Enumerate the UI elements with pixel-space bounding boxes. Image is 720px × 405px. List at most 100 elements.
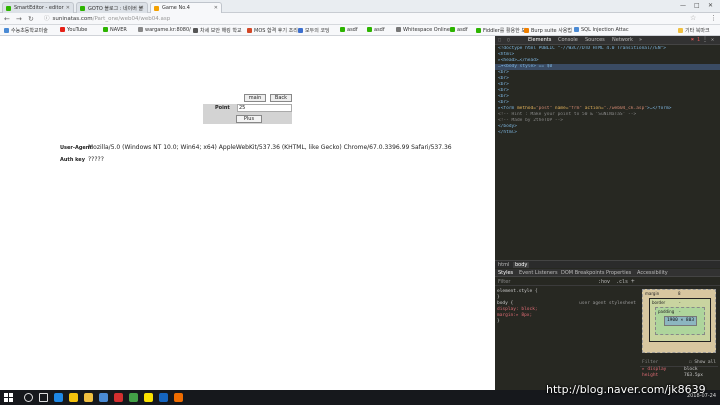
bookmark-label: Whitespace Online [403,27,450,33]
bookmark-item[interactable]: MOS 합격 후기 조리... [247,27,303,34]
chrome-icon[interactable] [69,393,78,402]
add-rule-icon[interactable]: + [631,278,635,285]
kakao-icon[interactable] [144,393,153,402]
user-agent-value: Mozilla/5.0 (Windows NT 10.0; Win64; x64… [88,144,452,151]
computed-prop: height [642,373,659,378]
task-view-icon[interactable] [39,393,48,402]
hov-toggle[interactable]: :hov [598,279,610,285]
dom-node-line[interactable]: </html> [495,130,720,136]
bookmark-label: 수능초등학교미술 [11,28,48,34]
tab-close-icon[interactable]: ✕ [214,5,218,11]
code-token: <br> [498,70,509,75]
tab-close-icon[interactable]: ✕ [140,5,144,11]
devtools-close-icon[interactable]: ✕ [711,37,714,43]
point-form: Point 25 Plus [203,104,292,124]
devtools-panel: ⬚ ▯ Elements Console Sources Network » ✖… [495,36,720,390]
url-field[interactable]: ⓘ suninatas.com/Part_one/web04/web04.asp [44,15,684,23]
styles-pane: element.style {} body {user agent stylesh… [495,289,638,390]
maximize-button[interactable]: □ [694,2,700,9]
tab-properties[interactable]: Properties [606,270,631,276]
bookmark-item[interactable]: asdf [340,27,358,33]
code-token: ▸<head>…</head> [498,58,539,63]
bookmark-icon [476,28,481,33]
user-agent-label: User-Agent [60,145,92,151]
code-token: <br> [498,82,509,87]
main-button[interactable]: main [244,94,266,102]
show-all-label: Show all [694,360,716,365]
app-red-icon[interactable] [114,393,123,402]
tab-close-icon[interactable]: ✕ [66,5,70,11]
tab-elements[interactable]: Elements [528,37,551,43]
tab-dom-breakpoints[interactable]: DOM Breakpoints [561,270,604,276]
code-token: >…</form> [647,106,672,111]
style-rule-text: margin:▸ 8px; [497,313,533,318]
code-token: <html> [498,52,515,57]
search-icon[interactable] [24,393,33,402]
plus-button[interactable]: Plus [236,115,262,123]
browser-menu-icon[interactable]: ⋮ [710,14,717,22]
error-count-badge[interactable]: ✖ 1 [691,37,700,43]
bookmark-item[interactable]: Whitespace Online [396,27,450,33]
show-all-checkbox[interactable]: ☐ Show all [689,360,716,365]
tab-sources[interactable]: Sources [585,37,605,43]
minimize-button[interactable]: — [680,2,686,9]
edge-icon[interactable] [54,393,63,402]
store-icon[interactable] [99,393,108,402]
info-icon[interactable]: ⓘ [44,16,50,22]
bookmark-star-icon[interactable]: ☆ [690,14,696,22]
app-orange-icon[interactable] [174,393,183,402]
bookmark-item[interactable]: asdf [367,27,385,33]
bookmark-item[interactable]: Fiddler를 활용한 보 [476,27,526,34]
app-green-icon[interactable] [129,393,138,402]
bookmark-item[interactable]: 수능초등학교미술 [4,27,48,34]
bookmark-item[interactable]: YouTube [60,27,87,33]
tab-event-listeners[interactable]: Event Listeners [519,270,558,276]
device-toolbar-icon[interactable]: ▯ [507,37,510,43]
bookmark-icon [524,28,529,33]
bookmark-item[interactable]: 기타 북마크 [678,27,710,34]
explorer-icon[interactable] [84,393,93,402]
browser-tab[interactable]: GOTO 블로그 : 네이버 블 ✕ [76,2,148,13]
browser-tab[interactable]: SmartEditor - editor ✕ [2,2,74,13]
box-border: border - padding - 1900 × 803 [649,298,711,342]
bookmark-item[interactable]: 차세 보안 해킹 학교 [193,27,242,34]
code-token: "post" [535,106,555,111]
bookmark-item[interactable]: asdf [450,27,468,33]
style-rule-line[interactable]: } [495,319,638,325]
bookmark-item[interactable]: 모두의 코딩 [298,27,330,34]
computed-row[interactable]: height 763.5px [640,373,718,379]
styles-filter-input[interactable]: Filter [498,279,510,285]
back-arrow-icon[interactable]: ← [4,15,10,23]
bookmark-item[interactable]: wargame.kr:8080/ [138,27,191,33]
bookmark-label: SQL Injection Attac [581,27,629,33]
inspect-icon[interactable]: ⬚ [498,37,501,43]
tab-network[interactable]: Network [612,37,633,43]
tab-console[interactable]: Console [558,37,578,43]
close-window-button[interactable]: ✕ [708,2,713,9]
forward-arrow-icon[interactable]: → [16,15,22,23]
back-button[interactable]: Back [270,94,292,102]
bookmark-icon [193,28,198,33]
cls-toggle[interactable]: .cls [616,279,628,285]
tab-accessibility[interactable]: Accessibility [637,270,668,276]
bookmark-label: 기타 북마크 [685,28,710,34]
more-tabs-icon[interactable]: » [639,37,642,43]
bookmark-item[interactable]: SQL Injection Attac [574,27,629,33]
app-blue-icon[interactable] [159,393,168,402]
tab-styles[interactable]: Styles [498,270,513,276]
bookmark-item[interactable]: Burp suite 사용법 [524,27,572,34]
windows-start-icon[interactable] [4,393,13,402]
bookmark-icon [396,27,401,32]
computed-filter-input[interactable]: Filter [642,360,658,365]
browser-tab[interactable]: Game No.4 ✕ [150,2,222,13]
crumb-body[interactable]: body [513,262,530,268]
reload-icon[interactable]: ↻ [28,15,34,23]
point-input[interactable]: 25 [237,104,292,112]
url-host: suninatas.com [52,16,93,22]
crumb-html[interactable]: html [498,262,509,268]
devtools-menu-icon[interactable]: ⋮ [702,36,708,43]
watermark: http://blog.naver.com/jk8639 [546,383,706,396]
code-token: …▾<body style> == $0 [498,64,553,69]
code-token: </body> [498,124,517,129]
bookmark-item[interactable]: NAVER [103,27,127,33]
